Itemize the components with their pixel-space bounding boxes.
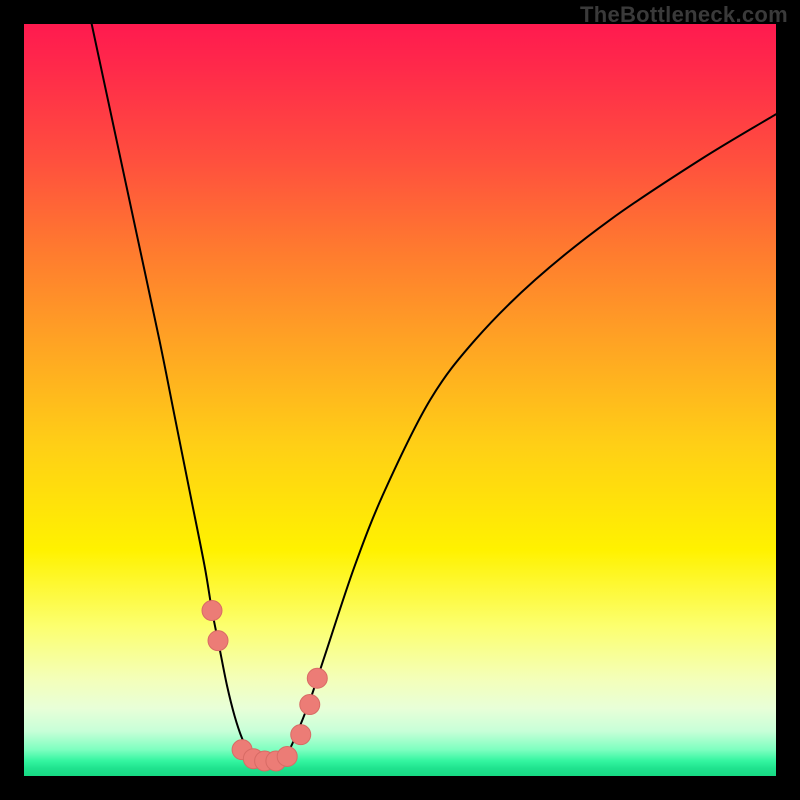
curve-marker [208,631,228,651]
bottleneck-curve-line [92,24,776,761]
plot-area [24,24,776,776]
curve-markers [202,601,327,771]
curve-marker [300,695,320,715]
curve-marker [291,725,311,745]
chart-container: TheBottleneck.com [0,0,800,800]
curve-marker [307,668,327,688]
curve-marker [202,601,222,621]
curve-marker [277,746,297,766]
curve-svg [24,24,776,776]
